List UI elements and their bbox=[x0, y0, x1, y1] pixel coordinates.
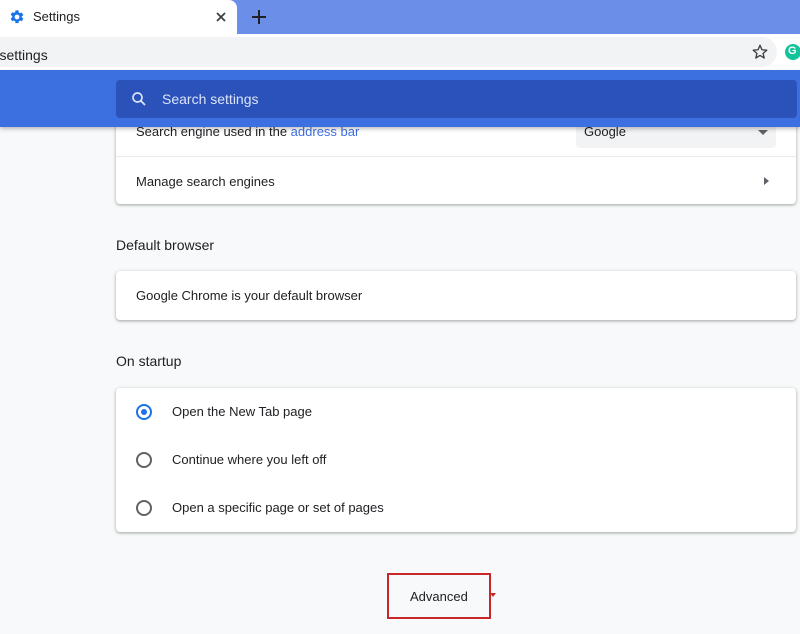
chevron-down-icon bbox=[758, 130, 768, 135]
tab-settings[interactable]: Settings bbox=[0, 0, 237, 34]
startup-option-label: Open the New Tab page bbox=[172, 404, 312, 419]
startup-option-label: Open a specific page or set of pages bbox=[172, 500, 384, 515]
grammarly-extension-icon[interactable]: G bbox=[785, 44, 800, 60]
chevron-down-icon bbox=[490, 593, 496, 597]
tab-strip: Settings bbox=[0, 0, 800, 34]
default-browser-title: Default browser bbox=[116, 237, 215, 253]
new-tab-icon[interactable] bbox=[250, 8, 268, 26]
chevron-right-icon bbox=[764, 177, 769, 185]
startup-option[interactable]: Continue where you left off bbox=[116, 436, 796, 484]
manage-search-engines-row[interactable]: Manage search engines bbox=[116, 157, 796, 204]
settings-header: Search settings bbox=[0, 70, 800, 127]
default-browser-card: Google Chrome is your default browser bbox=[116, 271, 796, 320]
address-bar[interactable]: e://settings bbox=[0, 37, 777, 67]
startup-option[interactable]: Open the New Tab page bbox=[116, 388, 796, 436]
advanced-label: Advanced bbox=[410, 589, 468, 604]
url-text: e://settings bbox=[0, 47, 48, 63]
manage-search-engines-label: Manage search engines bbox=[136, 174, 275, 189]
startup-option[interactable]: Open a specific page or set of pages bbox=[116, 484, 796, 532]
tab-title: Settings bbox=[33, 9, 80, 24]
toolbar: e://settings bbox=[0, 34, 800, 70]
star-icon[interactable] bbox=[751, 43, 769, 61]
search-icon bbox=[132, 92, 146, 106]
close-icon[interactable] bbox=[213, 9, 229, 25]
radio-continue[interactable] bbox=[136, 452, 152, 468]
search-input[interactable]: Search settings bbox=[116, 80, 797, 118]
default-browser-status: Google Chrome is your default browser bbox=[136, 288, 363, 303]
gear-icon bbox=[10, 10, 24, 24]
advanced-button[interactable]: Advanced bbox=[387, 573, 491, 619]
radio-new-tab[interactable] bbox=[136, 404, 152, 420]
search-placeholder: Search settings bbox=[162, 91, 259, 107]
on-startup-title: On startup bbox=[116, 353, 182, 369]
radio-specific-pages[interactable] bbox=[136, 500, 152, 516]
on-startup-card: Open the New Tab page Continue where you… bbox=[116, 388, 796, 532]
startup-option-label: Continue where you left off bbox=[172, 452, 327, 467]
